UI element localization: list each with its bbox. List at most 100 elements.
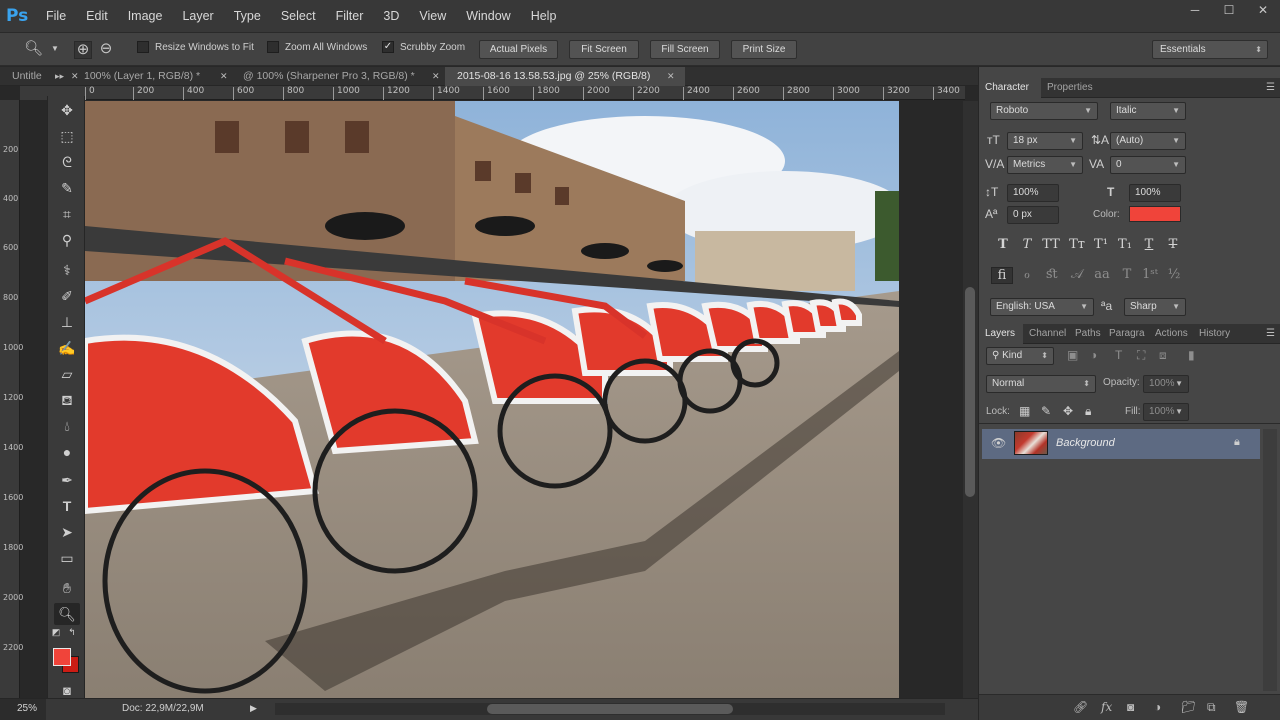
add-mask-icon[interactable]: ◙ bbox=[1127, 700, 1134, 714]
horizontal-scale-field[interactable]: 100% bbox=[1129, 184, 1181, 202]
pen-tool-icon[interactable]: ✒ bbox=[54, 469, 80, 491]
lock-position-icon[interactable]: ✥ bbox=[1063, 404, 1073, 418]
doc-tab-sharpener[interactable]: @ 100% (Sharpener Pro 3, RGB/8) * bbox=[231, 67, 443, 86]
tab-channels[interactable]: Channel bbox=[1023, 324, 1069, 344]
swap-colors-icon[interactable]: ↰ bbox=[66, 626, 78, 638]
layer-row-background[interactable]: 👁︎ Background 🔒︎ bbox=[982, 429, 1260, 459]
new-group-icon[interactable]: 📁︎ bbox=[1181, 700, 1196, 714]
swash-icon[interactable]: ﬆ bbox=[1041, 267, 1063, 282]
rectangle-tool-icon[interactable]: ▭ bbox=[54, 547, 80, 569]
new-layer-icon[interactable]: ⧉ bbox=[1207, 700, 1216, 715]
fill-screen-button[interactable]: Fill Screen bbox=[650, 40, 720, 59]
language-select[interactable]: English: USA ▼ bbox=[990, 298, 1094, 316]
menu-select[interactable]: Select bbox=[271, 0, 326, 33]
subscript-icon[interactable]: T₁ bbox=[1115, 237, 1135, 252]
kerning-select[interactable]: Metrics ▼ bbox=[1007, 156, 1083, 174]
menu-layer[interactable]: Layer bbox=[172, 0, 223, 33]
path-selection-tool-icon[interactable]: ➤ bbox=[54, 521, 80, 543]
menu-file[interactable]: File bbox=[36, 0, 76, 33]
doc-tab-active[interactable]: 2015-08-16 13.58.53.jpg @ 25% (RGB/8) bbox=[445, 67, 685, 86]
stylistic-alternates-icon[interactable]: 𝒜 bbox=[1066, 267, 1088, 282]
strikethrough-icon[interactable]: T bbox=[1163, 237, 1183, 252]
antialias-select[interactable]: Sharp ▼ bbox=[1124, 298, 1186, 316]
zoom-level-field[interactable]: 25% bbox=[0, 699, 46, 720]
resize-windows-checkbox[interactable]: Resize Windows to Fit bbox=[137, 41, 254, 53]
link-layers-icon[interactable]: 🔗︎ bbox=[1073, 700, 1088, 714]
blur-tool-icon[interactable]: 💧︎ bbox=[54, 415, 80, 437]
eraser-tool-icon[interactable]: ▱ bbox=[54, 363, 80, 385]
leading-field[interactable]: (Auto) ▼ bbox=[1110, 132, 1186, 150]
print-size-button[interactable]: Print Size bbox=[731, 40, 797, 59]
foreground-color-swatch[interactable] bbox=[53, 648, 71, 666]
fractions-icon[interactable]: ½ bbox=[1163, 267, 1185, 282]
font-family-select[interactable]: Roboto ▼ bbox=[990, 102, 1098, 120]
panel-menu-icon[interactable]: ☰ bbox=[1266, 82, 1275, 93]
actual-pixels-button[interactable]: Actual Pixels bbox=[479, 40, 558, 59]
workspace-select[interactable]: Essentials ⬍ bbox=[1152, 40, 1268, 59]
scrubby-zoom-checkbox[interactable]: ✓ Scrubby Zoom bbox=[382, 41, 465, 53]
status-menu-arrow-icon[interactable]: ▶ bbox=[250, 703, 257, 714]
layer-name[interactable]: Background bbox=[1056, 437, 1115, 449]
horizontal-scrollbar[interactable] bbox=[275, 703, 945, 715]
vertical-scale-field[interactable]: 100% bbox=[1007, 184, 1059, 202]
titling-alternates-icon[interactable]: aa bbox=[1091, 267, 1113, 282]
brush-tool-icon[interactable]: ✐ bbox=[54, 285, 80, 307]
menu-window[interactable]: Window bbox=[456, 0, 520, 33]
tab-actions[interactable]: Actions bbox=[1149, 324, 1193, 344]
menu-image[interactable]: Image bbox=[118, 0, 173, 33]
tool-preset-dropdown-icon[interactable]: ▼ bbox=[46, 41, 64, 59]
underline-icon[interactable]: T bbox=[1139, 237, 1159, 252]
tab-close-icon[interactable]: ✕ bbox=[667, 71, 675, 82]
superscript-icon[interactable]: T¹ bbox=[1091, 237, 1111, 252]
clone-stamp-tool-icon[interactable]: ⊥ bbox=[54, 311, 80, 333]
tab-close-icon[interactable]: ✕ bbox=[432, 71, 440, 82]
menu-help[interactable]: Help bbox=[521, 0, 567, 33]
filter-shape-icon[interactable]: ⛶ bbox=[1137, 348, 1145, 363]
quick-select-tool-icon[interactable]: ✎ bbox=[54, 177, 80, 199]
layer-style-fx-icon[interactable]: fx bbox=[1101, 700, 1112, 714]
tab-history[interactable]: History bbox=[1193, 324, 1239, 344]
horizontal-scroll-thumb[interactable] bbox=[487, 704, 733, 714]
lock-transparent-icon[interactable]: ▦ bbox=[1019, 404, 1030, 418]
type-tool-icon[interactable]: T bbox=[54, 495, 80, 517]
delete-layer-icon[interactable]: 🗑︎ bbox=[1234, 700, 1249, 714]
default-colors-icon[interactable]: ◩ bbox=[50, 626, 62, 638]
menu-3d[interactable]: 3D bbox=[373, 0, 409, 33]
tab-character[interactable]: Character bbox=[979, 78, 1041, 98]
eyedropper-tool-icon[interactable]: ⚲ bbox=[54, 229, 80, 251]
hand-tool-icon[interactable]: ✋︎ bbox=[54, 577, 80, 599]
tracking-field[interactable]: 0 ▼ bbox=[1110, 156, 1186, 174]
menu-view[interactable]: View bbox=[409, 0, 456, 33]
fill-field[interactable]: 100% ▼ bbox=[1143, 403, 1189, 421]
zoom-tool-icon[interactable]: 🔍︎ bbox=[24, 41, 43, 59]
text-color-swatch[interactable] bbox=[1129, 206, 1181, 222]
filter-toggle-icon[interactable]: ▮ bbox=[1188, 348, 1195, 362]
ordinals-icon[interactable]: 1ˢᵗ bbox=[1139, 267, 1161, 282]
filter-pixel-icon[interactable]: ▣ bbox=[1067, 348, 1078, 362]
lock-image-icon[interactable]: ✎ bbox=[1041, 404, 1051, 418]
vertical-scroll-thumb[interactable] bbox=[965, 287, 975, 497]
font-style-select[interactable]: Italic ▼ bbox=[1110, 102, 1186, 120]
marquee-tool-icon[interactable]: ⬚ bbox=[54, 125, 80, 147]
filter-adjustment-icon[interactable]: ◑ bbox=[1090, 348, 1097, 362]
minimize-button[interactable]: ─ bbox=[1178, 0, 1212, 22]
fit-screen-button[interactable]: Fit Screen bbox=[569, 40, 639, 59]
doc-tab-layer1[interactable]: 100% (Layer 1, RGB/8) * bbox=[79, 67, 229, 86]
doc-tab-untitled[interactable]: Untitle bbox=[0, 67, 52, 86]
move-tool-icon[interactable]: ✥ bbox=[54, 99, 80, 121]
photo-bicycles[interactable] bbox=[85, 101, 899, 698]
lock-all-icon[interactable]: 🔒︎ bbox=[1085, 404, 1091, 419]
ligatures-icon[interactable]: ﬁ bbox=[991, 267, 1013, 284]
maximize-button[interactable]: ☐ bbox=[1212, 0, 1246, 22]
old-style-icon[interactable]: ℴ bbox=[1016, 267, 1038, 282]
tab-close-icon[interactable]: ✕ bbox=[220, 71, 228, 82]
layer-filter-kind-select[interactable]: ⚲ Kind ⬍ bbox=[986, 347, 1054, 365]
contextual-alternates-icon[interactable]: T bbox=[1116, 267, 1138, 282]
healing-brush-tool-icon[interactable]: ⚕ bbox=[54, 259, 80, 281]
blend-mode-select[interactable]: Normal ⬍ bbox=[986, 375, 1096, 393]
tab-properties[interactable]: Properties bbox=[1041, 78, 1109, 98]
zoom-out-icon[interactable]: ⊖ bbox=[97, 41, 115, 59]
crop-tool-icon[interactable]: ⌗ bbox=[54, 203, 80, 225]
faux-italic-icon[interactable]: T bbox=[1017, 237, 1037, 252]
tab-close-icon[interactable]: ✕ bbox=[71, 71, 79, 82]
